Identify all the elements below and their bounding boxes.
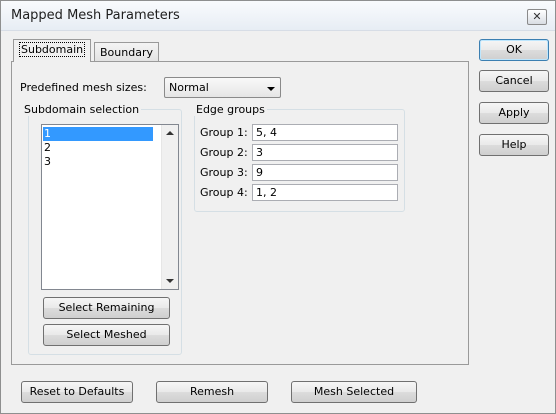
group-3-label: Group 3: bbox=[200, 166, 248, 179]
subdomain-selection-title: Subdomain selection bbox=[22, 103, 142, 116]
window-title: Mapped Mesh Parameters bbox=[11, 8, 180, 23]
ok-button[interactable]: OK bbox=[479, 39, 549, 61]
list-item[interactable]: 2 bbox=[43, 141, 153, 155]
group-4-field[interactable]: 1, 2 bbox=[252, 184, 398, 201]
scroll-up-arrow-icon[interactable] bbox=[166, 131, 174, 135]
remesh-button[interactable]: Remesh bbox=[156, 381, 268, 403]
close-icon: ✕ bbox=[532, 10, 542, 23]
predefined-mesh-sizes-label: Predefined mesh sizes: bbox=[20, 81, 147, 94]
mapped-mesh-parameters-dialog: Mapped Mesh Parameters ✕ Subdomain Bound… bbox=[0, 0, 556, 414]
predefined-mesh-sizes-select[interactable]: Normal bbox=[164, 77, 281, 98]
mesh-selected-button[interactable]: Mesh Selected bbox=[291, 381, 417, 403]
subdomain-list-scrollbar[interactable] bbox=[161, 125, 178, 289]
group-4-label: Group 4: bbox=[200, 186, 248, 199]
group-3-field[interactable]: 9 bbox=[252, 164, 398, 181]
list-item[interactable]: 3 bbox=[43, 155, 153, 169]
reset-to-defaults-button[interactable]: Reset to Defaults bbox=[21, 381, 133, 403]
tab-boundary[interactable]: Boundary bbox=[94, 42, 159, 62]
select-remaining-button[interactable]: Select Remaining bbox=[43, 297, 170, 319]
close-button[interactable]: ✕ bbox=[527, 9, 547, 25]
list-item[interactable]: 1 bbox=[43, 127, 153, 141]
cancel-button[interactable]: Cancel bbox=[479, 70, 549, 92]
tab-subdomain-label: Subdomain bbox=[19, 42, 86, 57]
scroll-down-arrow-icon[interactable] bbox=[166, 279, 174, 283]
group-2-label: Group 2: bbox=[200, 146, 248, 159]
group-2-field[interactable]: 3 bbox=[252, 144, 398, 161]
predefined-mesh-sizes-value: Normal bbox=[169, 81, 209, 94]
edge-groups-title: Edge groups bbox=[194, 103, 267, 116]
title-bar: Mapped Mesh Parameters ✕ bbox=[1, 1, 555, 31]
tab-subdomain[interactable]: Subdomain bbox=[13, 39, 92, 62]
subdomain-tab-panel: Predefined mesh sizes: Normal Subdomain … bbox=[11, 61, 469, 365]
help-button[interactable]: Help bbox=[479, 134, 549, 156]
tab-boundary-label: Boundary bbox=[100, 46, 153, 59]
group-1-field[interactable]: 5, 4 bbox=[252, 124, 398, 141]
select-meshed-button[interactable]: Select Meshed bbox=[43, 324, 170, 346]
chevron-down-icon bbox=[267, 87, 275, 91]
subdomain-listbox[interactable]: 1 2 3 bbox=[41, 124, 179, 290]
group-1-label: Group 1: bbox=[200, 126, 248, 139]
apply-button[interactable]: Apply bbox=[479, 102, 549, 124]
